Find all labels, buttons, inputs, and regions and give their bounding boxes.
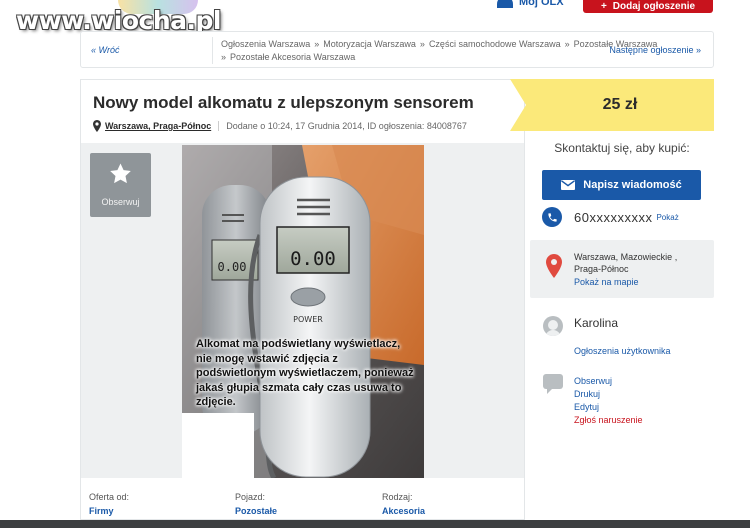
address-line-1: Warszawa, Mazowieckie , <box>574 252 678 262</box>
print-link[interactable]: Drukuj <box>574 389 600 399</box>
bottom-strip <box>0 520 750 528</box>
divider <box>218 121 220 131</box>
breadcrumb: « Wróć Ogłoszenia Warszawa» Motoryzacja W… <box>80 31 714 68</box>
price-tag: 25 zł <box>510 79 714 131</box>
send-message-label: Napisz wiadomość <box>583 179 682 191</box>
breadcrumb-separator: » <box>564 39 570 49</box>
phone-number: 60xxxxxxxxx <box>574 209 653 225</box>
listing-added-info: Dodane o 10:24, 17 Grudnia 2014, ID ogło… <box>226 121 467 131</box>
show-map-link[interactable]: Pokaż na mapie <box>574 277 639 287</box>
breadcrumb-item[interactable]: Części samochodowe Warszawa <box>429 39 561 49</box>
breadcrumb-item[interactable]: Ogłoszenia Warszawa <box>221 39 310 49</box>
breadcrumb-separator: » <box>419 39 425 49</box>
photo-caption: Alkomat ma podświetlany wyświetlacz, nie… <box>196 338 414 408</box>
detail-value[interactable]: Pozostałe <box>235 506 277 516</box>
breadcrumb-item[interactable]: Pozostałe Akcesoria Warszawa <box>230 52 355 62</box>
listing-meta: Warszawa, Praga-Północ Dodane o 10:24, 1… <box>93 120 467 132</box>
chat-icon <box>543 374 563 394</box>
map-pin-icon <box>546 254 562 278</box>
envelope-icon <box>561 180 576 190</box>
plus-icon: + <box>600 1 607 12</box>
divider <box>212 37 213 64</box>
back-display-reading: 0.00 <box>218 260 247 274</box>
my-account-link[interactable]: Mój OLX <box>497 0 564 8</box>
listing-header: Nowy model alkomatu z ulepszonym sensore… <box>80 79 525 143</box>
breathalyzer-photo: 0.00 0.00 POWER <box>182 145 424 478</box>
address-box: Warszawa, Mazowieckie , Praga-Północ Pok… <box>530 240 714 298</box>
breadcrumb-item[interactable]: Motoryzacja Warszawa <box>323 39 416 49</box>
user-icon <box>497 0 513 8</box>
contact-title: Skontaktuj się, aby kupić: <box>554 141 690 155</box>
listing-details: Oferta od: Firmy Pojazd: Pozostałe Rodza… <box>80 478 525 520</box>
listing-actions: Obserwuj Drukuj Edytuj Zgłoś naruszenie <box>530 370 714 434</box>
detail-value[interactable]: Akcesoria <box>382 506 425 516</box>
breadcrumb-line-1: Ogłoszenia Warszawa» Motoryzacja Warszawa… <box>221 39 657 49</box>
photo-gallery: 0.00 0.00 POWER Alkomat ma podświetlany … <box>80 143 525 478</box>
detail-value[interactable]: Firmy <box>89 506 129 516</box>
front-display-reading: 0.00 <box>290 248 336 270</box>
show-phone-link[interactable]: Pokaż <box>656 213 678 222</box>
phone-icon <box>542 207 562 227</box>
seller-name: Karolina <box>574 316 619 330</box>
breadcrumb-separator: » <box>314 39 320 49</box>
seller-box: Karolina Ogłoszenia użytkownika <box>530 306 714 364</box>
breadcrumb-line-2: » Pozostałe Akcesoria Warszawa <box>221 52 355 62</box>
address-line-2: Praga-Północ <box>574 264 629 274</box>
detail-key: Oferta od: <box>89 492 130 502</box>
detail-type: Rodzaj: Akcesoria <box>382 492 425 516</box>
account-label: Mój OLX <box>519 0 564 8</box>
phone-row: 60xxxxxxxxx Pokaż <box>542 206 712 228</box>
user-ads-link[interactable]: Ogłoszenia użytkownika <box>574 346 671 356</box>
detail-vehicle: Pojazd: Pozostałe <box>235 492 277 516</box>
detail-key: Rodzaj: <box>382 492 413 502</box>
avatar <box>543 316 563 336</box>
follow-button[interactable]: Obserwuj <box>90 153 151 217</box>
back-link[interactable]: « Wróć <box>91 45 120 55</box>
next-ad-link[interactable]: Następne ogłoszenie » <box>609 45 701 55</box>
detail-offer-from: Oferta od: Firmy <box>89 492 129 516</box>
listing-photo[interactable]: 0.00 0.00 POWER Alkomat ma podświetlany … <box>182 145 424 478</box>
star-icon <box>110 163 131 184</box>
follow-link[interactable]: Obserwuj <box>574 376 612 386</box>
listing-title: Nowy model alkomatu z ulepszonym sensore… <box>93 93 474 112</box>
add-ad-label: Dodaj ogłoszenie <box>612 1 696 12</box>
edit-link[interactable]: Edytuj <box>574 402 599 412</box>
device-power-label: POWER <box>293 315 323 324</box>
follow-label: Obserwuj <box>101 197 140 207</box>
add-ad-button[interactable]: + Dodaj ogłoszenie <box>583 0 713 13</box>
breadcrumb-separator: » <box>221 52 227 62</box>
listing-location[interactable]: Warszawa, Praga-Północ <box>105 121 211 131</box>
report-link[interactable]: Zgłoś naruszenie <box>574 415 643 425</box>
send-message-button[interactable]: Napisz wiadomość <box>542 170 701 200</box>
location-pin-icon <box>93 120 101 132</box>
detail-key: Pojazd: <box>235 492 266 502</box>
